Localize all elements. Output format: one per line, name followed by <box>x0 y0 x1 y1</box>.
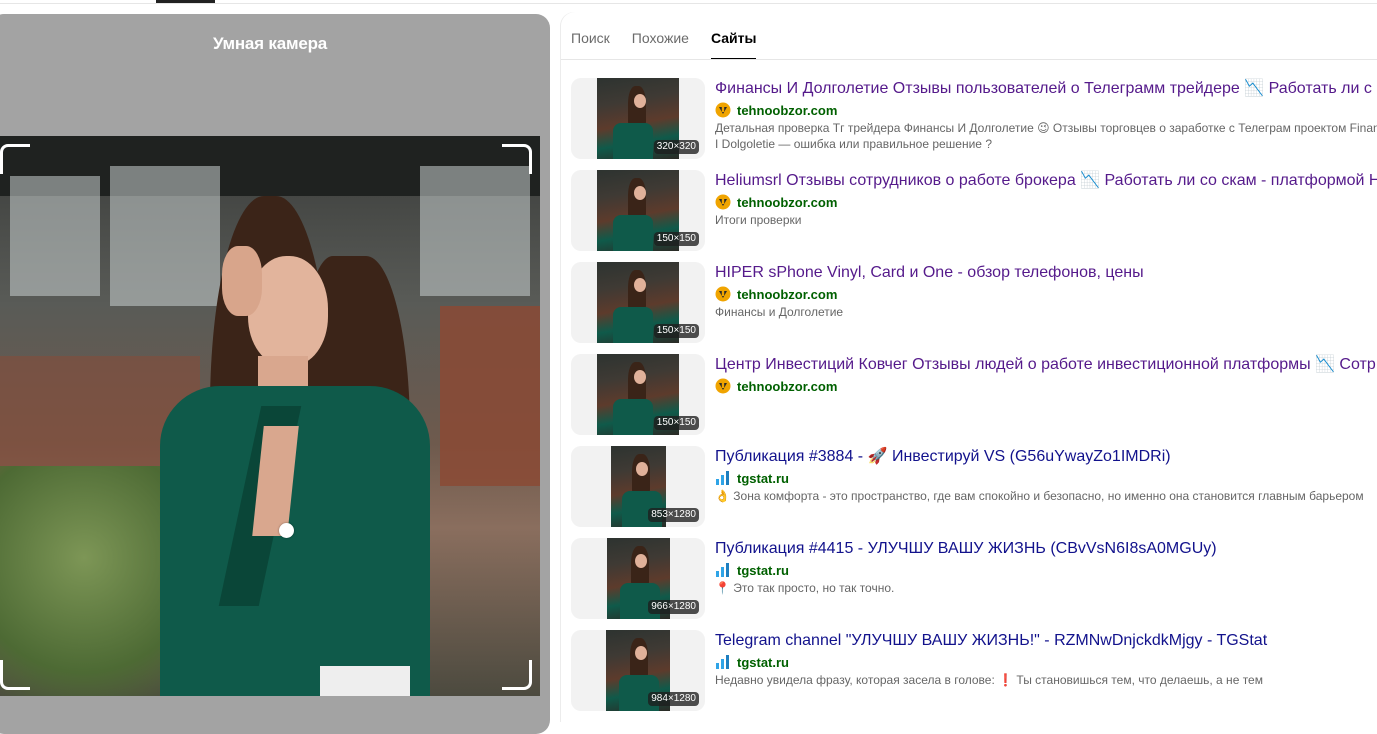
crop-corner-top-left[interactable] <box>0 144 30 174</box>
result-thumbnail[interactable]: 966×1280 <box>571 538 705 619</box>
query-photo[interactable] <box>0 136 540 696</box>
result-thumbnail[interactable]: 150×150 <box>571 170 705 251</box>
result-thumbnail[interactable]: 150×150 <box>571 262 705 343</box>
result-title-link[interactable]: Telegram channel "УЛУЧШУ ВАШУ ЖИЗНЬ!" - … <box>715 630 1377 652</box>
result-site-link[interactable]: tehnoobzor.com <box>715 102 837 118</box>
result-domain: tgstat.ru <box>737 654 789 670</box>
tabs-divider <box>561 59 1377 60</box>
result-snippet: Итоги проверки <box>715 213 802 227</box>
result-site-link[interactable]: tehnoobzor.com <box>715 286 837 302</box>
result-domain: tehnoobzor.com <box>737 194 838 210</box>
crop-corner-bottom-right[interactable] <box>502 660 532 690</box>
result-site-link[interactable]: tgstat.ru <box>715 470 789 486</box>
result-domain: tehnoobzor.com <box>737 378 838 394</box>
result-thumbnail[interactable]: 150×150 <box>571 354 705 435</box>
photo-bg-brick <box>440 306 540 486</box>
result-title-link[interactable]: Центр Инвестиций Ковчег Отзывы людей о р… <box>715 354 1377 376</box>
camera-title: Умная камера <box>212 34 328 53</box>
result-title-link[interactable]: Heliumsrl Отзывы сотрудников о работе бр… <box>715 170 1377 192</box>
image-size-badge: 320×320 <box>653 140 699 154</box>
image-size-badge: 150×150 <box>653 416 699 430</box>
thumbnail-jacket <box>613 399 653 435</box>
tehnoobzor-icon <box>715 378 731 394</box>
tehnoobzor-icon <box>715 286 731 302</box>
result-snippet: Детальная проверка Тг трейдера Финансы И… <box>715 121 1377 151</box>
thumbnail-face <box>634 186 646 200</box>
top-divider <box>0 0 1377 4</box>
tgstat-icon <box>715 562 731 578</box>
photo-hand <box>222 246 262 316</box>
tab-similar[interactable]: Похожие <box>632 30 689 60</box>
photo-bg-window <box>420 166 530 296</box>
result-domain: tgstat.ru <box>737 470 789 486</box>
thumbnail-face <box>634 370 646 384</box>
result-snippet: 📍 Это так просто, но так точно. <box>715 581 895 595</box>
object-marker-dot[interactable] <box>279 523 294 538</box>
thumbnail-face <box>634 278 646 292</box>
result-domain: tehnoobzor.com <box>737 286 838 302</box>
result-title-link[interactable]: Публикация #3884 - 🚀 Инвестируй VS (G56u… <box>715 446 1377 468</box>
photo-bg-window <box>10 176 100 296</box>
results-tabs: Поиск Похожие Сайты <box>571 30 757 60</box>
results-panel: Поиск Похожие Сайты 320×320 Финансы И До… <box>561 12 1377 722</box>
photo-paper <box>320 666 410 696</box>
top-active-indicator <box>156 0 215 3</box>
tab-sites[interactable]: Сайты <box>710 30 757 60</box>
image-size-badge: 150×150 <box>653 324 699 338</box>
result-site-link[interactable]: tehnoobzor.com <box>715 194 837 210</box>
result-item[interactable]: 150×150 Центр Инвестиций Ковчег Отзывы л… <box>571 354 1377 446</box>
image-size-badge: 984×1280 <box>648 692 699 706</box>
tgstat-icon <box>715 470 731 486</box>
smart-camera-panel: Умная камера <box>0 14 550 734</box>
image-size-badge: 853×1280 <box>648 508 699 522</box>
thumbnail-jacket <box>613 215 653 251</box>
result-snippet: 👌 Зона комфорта - это пространство, где … <box>715 489 1364 503</box>
result-thumbnail[interactable]: 984×1280 <box>571 630 705 711</box>
site-results-list: 320×320 Финансы И Долголетие Отзывы поль… <box>571 78 1377 722</box>
result-site-link[interactable]: tgstat.ru <box>715 562 789 578</box>
result-thumbnail[interactable]: 320×320 <box>571 78 705 159</box>
result-thumbnail[interactable]: 853×1280 <box>571 446 705 527</box>
thumbnail-face <box>635 554 647 568</box>
result-title-link[interactable]: Финансы И Долголетие Отзывы пользователе… <box>715 78 1377 100</box>
result-item[interactable]: 320×320 Финансы И Долголетие Отзывы поль… <box>571 78 1377 170</box>
thumbnail-jacket <box>613 123 653 159</box>
thumbnail-face <box>635 646 647 660</box>
tehnoobzor-icon <box>715 102 731 118</box>
result-snippet: Недавно увидела фразу, которая засела в … <box>715 673 1263 687</box>
result-title-link[interactable]: HIPER sPhone Vinyl, Card и One - обзор т… <box>715 262 1377 284</box>
result-domain: tehnoobzor.com <box>737 102 838 118</box>
result-site-link[interactable]: tehnoobzor.com <box>715 378 837 394</box>
result-item[interactable]: 150×150 HIPER sPhone Vinyl, Card и One -… <box>571 262 1377 354</box>
result-domain: tgstat.ru <box>737 562 789 578</box>
result-item[interactable]: 853×1280 Публикация #3884 - 🚀 Инвестируй… <box>571 446 1377 538</box>
thumbnail-face <box>634 94 646 108</box>
crop-corner-top-right[interactable] <box>502 144 532 174</box>
image-size-badge: 150×150 <box>653 232 699 246</box>
tgstat-icon <box>715 654 731 670</box>
thumbnail-jacket <box>613 307 653 343</box>
crop-corner-bottom-left[interactable] <box>0 660 30 690</box>
photo-bg-window <box>110 166 220 306</box>
tab-search[interactable]: Поиск <box>571 30 610 60</box>
image-size-badge: 966×1280 <box>648 600 699 614</box>
tehnoobzor-icon <box>715 194 731 210</box>
result-item[interactable]: 984×1280 Telegram channel "УЛУЧШУ ВАШУ Ж… <box>571 630 1377 722</box>
result-title-link[interactable]: Публикация #4415 - УЛУЧШУ ВАШУ ЖИЗНЬ (CB… <box>715 538 1377 560</box>
result-item[interactable]: 966×1280 Публикация #4415 - УЛУЧШУ ВАШУ … <box>571 538 1377 630</box>
result-item[interactable]: 150×150 Heliumsrl Отзывы сотрудников о р… <box>571 170 1377 262</box>
thumbnail-face <box>636 462 648 476</box>
result-snippet: Финансы и Долголетие <box>715 305 844 319</box>
result-site-link[interactable]: tgstat.ru <box>715 654 789 670</box>
